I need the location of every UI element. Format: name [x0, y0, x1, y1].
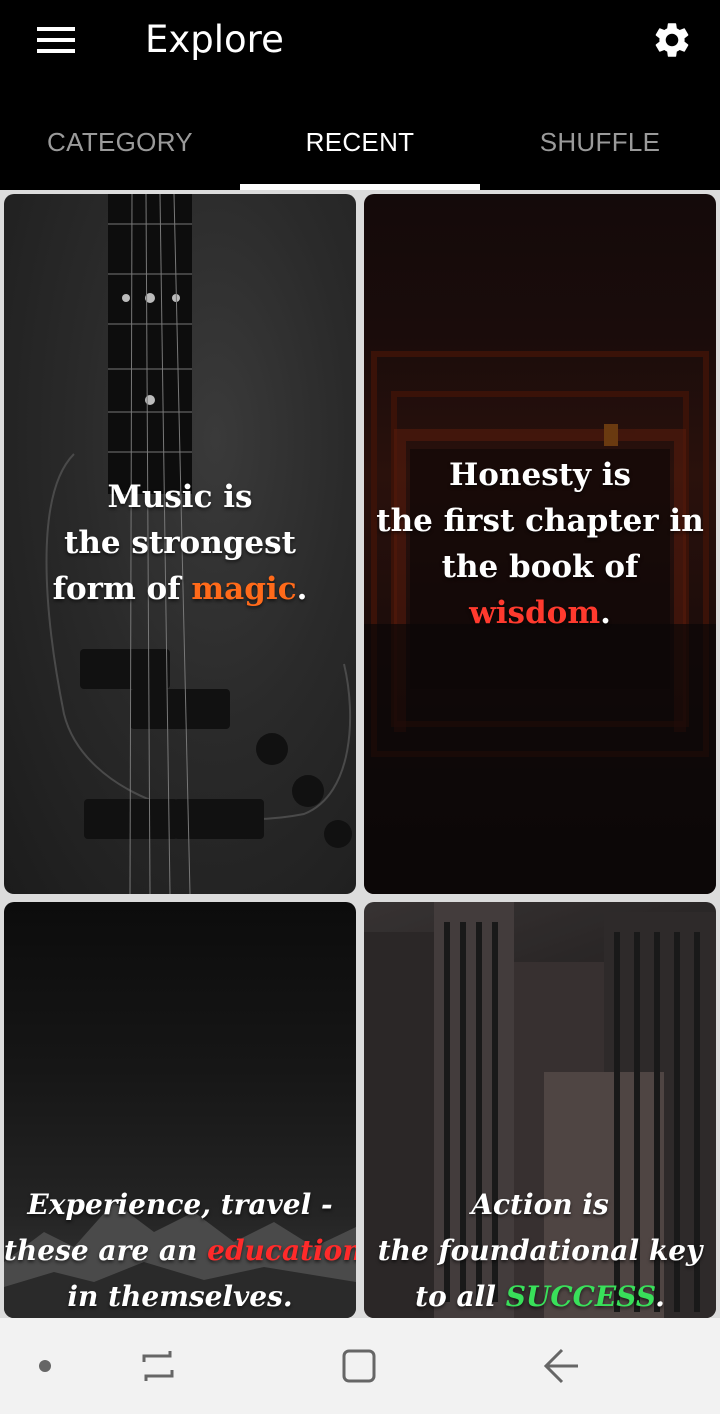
quote-line: these are an education — [4, 1228, 356, 1274]
quote-line: the book of — [441, 549, 639, 585]
quote-line: to all SUCCESS. — [364, 1274, 716, 1318]
quote-prefix: these are an — [4, 1234, 208, 1267]
back-button[interactable] — [531, 1340, 591, 1392]
quote-text: Honesty is the first chapter in the book… — [364, 452, 716, 636]
quote-highlight: magic — [191, 571, 297, 607]
quote-card-experience[interactable]: Experience, travel - these are an educat… — [4, 902, 356, 1318]
page-title: Explore — [145, 18, 284, 61]
quote-highlight: SUCCESS — [505, 1280, 656, 1313]
quote-card-music[interactable]: Music is the strongest form of magic. — [4, 194, 356, 894]
hamburger-menu-icon — [37, 27, 75, 53]
tab-bar: CATEGORY RECENT SHUFFLE — [0, 100, 720, 190]
home-icon — [342, 1349, 376, 1383]
system-nav-bar — [0, 1318, 720, 1414]
quote-text: Music is the strongest form of magic. — [4, 474, 356, 612]
recent-apps-icon — [142, 1351, 174, 1381]
quote-card-action[interactable]: Action is the foundational key to all SU… — [364, 902, 716, 1318]
quote-line: Action is — [471, 1188, 609, 1221]
quote-text: Experience, travel - these are an educat… — [4, 1182, 356, 1318]
gear-icon — [655, 23, 689, 57]
quote-text: Action is the foundational key to all SU… — [364, 1182, 716, 1318]
recent-apps-button[interactable] — [128, 1340, 188, 1392]
quote-suffix: . — [655, 1280, 665, 1313]
quote-prefix: to all — [415, 1280, 506, 1313]
quote-prefix: form of — [52, 571, 192, 607]
quote-highlight: wisdom — [469, 595, 601, 631]
back-arrow-icon — [543, 1348, 578, 1384]
tab-category[interactable]: CATEGORY — [0, 100, 240, 190]
tab-shuffle[interactable]: SHUFFLE — [480, 100, 720, 190]
quote-line: in themselves. — [67, 1280, 293, 1313]
quote-highlight: education — [207, 1234, 356, 1267]
quote-line: form of magic. — [4, 566, 356, 612]
quote-line: the strongest — [64, 525, 296, 561]
nav-dot-button[interactable] — [15, 1340, 75, 1392]
quote-line: Experience, travel - — [27, 1188, 333, 1221]
settings-button[interactable] — [644, 12, 700, 68]
app-bar: Explore CATEGORY RECENT SHUFFLE — [0, 0, 720, 190]
quote-line: Honesty is — [448, 457, 632, 493]
home-button[interactable] — [329, 1340, 389, 1392]
dot-icon — [39, 1360, 51, 1372]
tab-recent[interactable]: RECENT — [240, 100, 480, 190]
quote-suffix: . — [296, 571, 308, 607]
quote-line: Music is — [107, 479, 253, 515]
quote-line: wisdom. — [364, 590, 716, 636]
quote-suffix: . — [600, 595, 611, 631]
quote-grid: Music is the strongest form of magic. Ho… — [0, 190, 720, 1318]
quote-line: the first chapter in — [376, 503, 704, 539]
quote-card-honesty[interactable]: Honesty is the first chapter in the book… — [364, 194, 716, 894]
quote-line: the foundational key — [377, 1234, 703, 1267]
menu-button[interactable] — [30, 18, 82, 62]
